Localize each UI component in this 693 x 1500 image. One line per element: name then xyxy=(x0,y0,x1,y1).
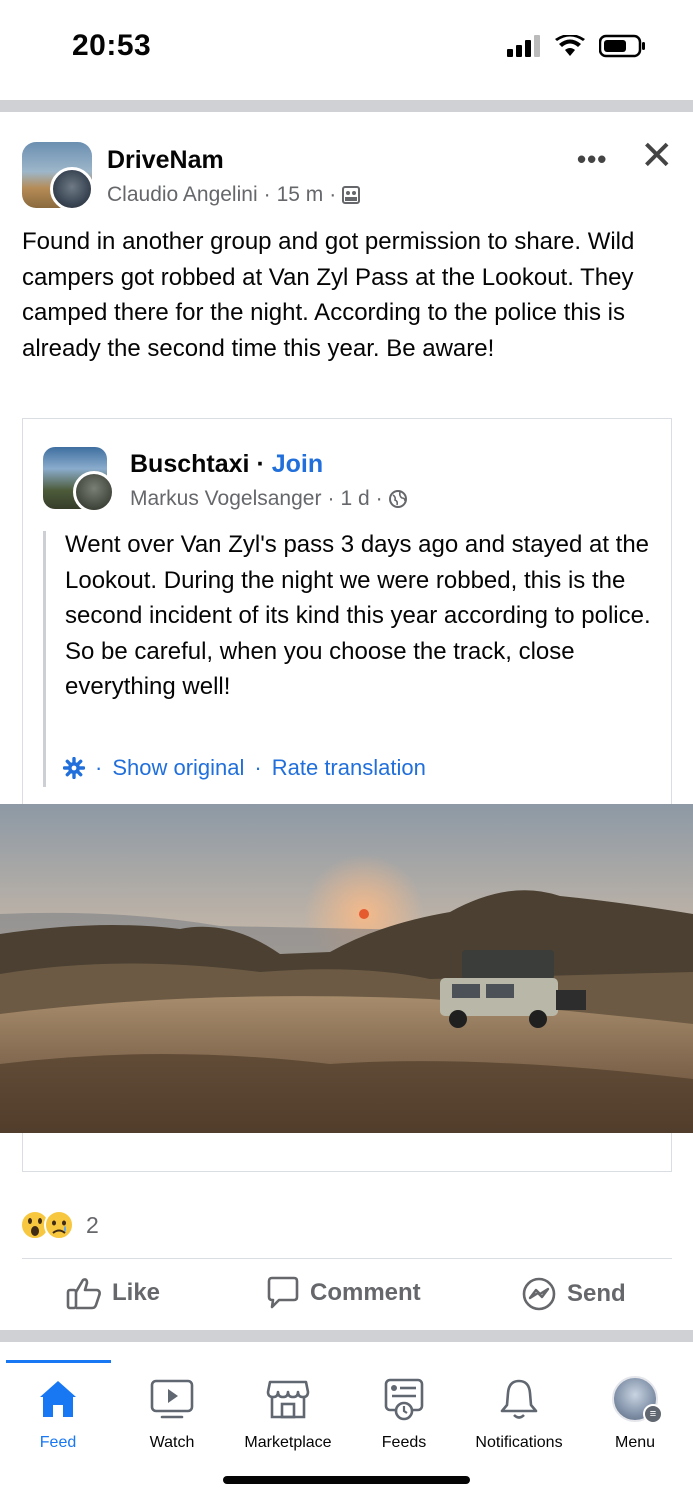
home-icon xyxy=(40,1381,76,1417)
shared-author-avatar[interactable] xyxy=(73,471,115,513)
nav-feed-label: Feed xyxy=(39,1434,77,1451)
menu-badge-icon: ≡ xyxy=(643,1404,663,1424)
meta-separator: · xyxy=(256,450,265,478)
wifi-icon xyxy=(555,35,585,56)
show-original-link[interactable]: Show original xyxy=(112,755,244,781)
group-members-icon xyxy=(342,186,361,204)
thumbs-up-icon xyxy=(66,1278,101,1310)
shared-post-meta: Markus Vogelsanger · 1 d · xyxy=(130,487,407,511)
comment-label: Comment xyxy=(310,1279,421,1306)
cellular-signal-icon xyxy=(507,35,540,57)
meta-separator: · xyxy=(263,183,271,206)
reaction-count: 2 xyxy=(86,1211,99,1238)
nav-watch[interactable]: Watch xyxy=(114,1374,230,1452)
meta-separator: · xyxy=(375,487,383,510)
home-indicator xyxy=(223,1476,470,1484)
messenger-icon xyxy=(522,1277,556,1311)
translation-controls: · Show original · Rate translation xyxy=(63,755,426,781)
join-button[interactable]: Join xyxy=(272,450,323,478)
post-actions: Like Comment Send xyxy=(0,1268,693,1326)
meta-separator: · xyxy=(329,183,337,206)
send-button[interactable]: Send xyxy=(521,1276,626,1312)
post-text: Found in another group and got permissio… xyxy=(22,228,635,362)
more-options-icon[interactable]: ••• xyxy=(577,144,607,175)
nav-notifications[interactable]: Notifications xyxy=(461,1374,577,1452)
shared-post-time[interactable]: 1 d xyxy=(340,487,369,511)
shared-author-name[interactable]: Markus Vogelsanger xyxy=(130,487,321,511)
meta-separator: · xyxy=(254,755,262,780)
status-bar: 20:53 xyxy=(0,0,693,100)
feeds-icon xyxy=(384,1378,424,1421)
post-meta: Claudio Angelini · 15 m · xyxy=(107,183,361,207)
marketplace-icon xyxy=(266,1380,310,1419)
nav-marketplace-label: Marketplace xyxy=(244,1434,332,1451)
actions-divider xyxy=(22,1258,672,1259)
post-time[interactable]: 15 m xyxy=(277,183,324,207)
like-label: Like xyxy=(112,1279,161,1306)
active-tab-indicator xyxy=(6,1360,111,1363)
like-button[interactable]: Like xyxy=(66,1276,160,1310)
nav-notifications-label: Notifications xyxy=(475,1434,563,1451)
bell-icon xyxy=(500,1379,538,1419)
post-photo[interactable] xyxy=(0,804,693,1133)
close-icon[interactable]: ✕ xyxy=(640,136,674,176)
comment-button[interactable]: Comment xyxy=(266,1276,421,1310)
video-icon xyxy=(150,1379,194,1419)
globe-icon xyxy=(388,490,407,508)
author-avatar[interactable] xyxy=(50,167,94,211)
nav-menu[interactable]: ≡ Menu xyxy=(577,1374,693,1452)
shared-group-title: Buschtaxi · Join xyxy=(130,450,323,479)
nav-marketplace[interactable]: Marketplace xyxy=(230,1374,346,1452)
battery-icon xyxy=(599,34,645,58)
desert-landscape-image xyxy=(0,804,693,1133)
meta-separator: · xyxy=(95,755,103,780)
shared-post-text: Went over Van Zyl's pass 3 days ago and … xyxy=(65,531,651,700)
sad-reaction-icon xyxy=(44,1210,74,1240)
nav-watch-label: Watch xyxy=(149,1434,195,1451)
meta-separator: · xyxy=(327,487,335,510)
nav-feeds-label: Feeds xyxy=(381,1434,427,1451)
feed-separator xyxy=(0,100,693,112)
status-icons xyxy=(507,34,647,58)
quote-line xyxy=(43,531,46,787)
rate-translation-link[interactable]: Rate translation xyxy=(272,755,426,781)
feed-separator xyxy=(0,1330,693,1342)
post-header: DriveNam Claudio Angelini · 15 m · ••• ✕ xyxy=(22,136,674,212)
reactions-summary[interactable]: 2 xyxy=(20,1210,99,1240)
shared-group-name[interactable]: Buschtaxi xyxy=(130,450,249,478)
nav-feeds[interactable]: Feeds xyxy=(346,1374,462,1452)
comment-icon xyxy=(267,1276,299,1309)
status-time: 20:53 xyxy=(72,29,152,62)
nav-feed[interactable]: Feed xyxy=(0,1374,116,1452)
nav-menu-label: Menu xyxy=(614,1434,656,1451)
send-label: Send xyxy=(567,1280,626,1307)
gear-icon[interactable] xyxy=(63,757,85,779)
group-name[interactable]: DriveNam xyxy=(107,146,224,175)
author-name[interactable]: Claudio Angelini xyxy=(107,183,258,207)
